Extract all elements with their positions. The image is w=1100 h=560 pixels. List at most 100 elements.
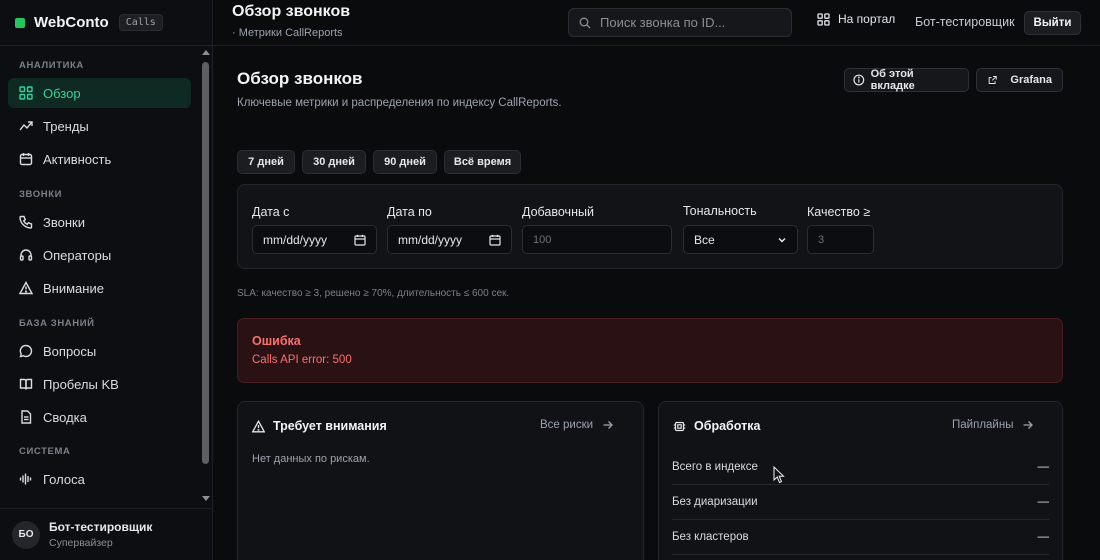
- scroll-up-arrow-icon[interactable]: [202, 50, 210, 55]
- metric-row: Без кластеров —: [672, 520, 1049, 555]
- chip-icon: [673, 421, 686, 431]
- calendar-icon[interactable]: [354, 234, 366, 246]
- logout-button[interactable]: Выйти: [1024, 11, 1081, 35]
- sidebar: WebConto Calls АНАЛИТИКА Обзор Тренды Ак…: [0, 0, 213, 560]
- extension-input[interactable]: 100: [522, 225, 672, 254]
- topbar-title: Обзор звонков: [232, 3, 351, 20]
- error-alert: Ошибка Calls API error: 500: [237, 318, 1063, 383]
- sidebar-item-label: Вопросы: [43, 343, 97, 359]
- range-button-30-days[interactable]: 30 дней: [302, 150, 366, 174]
- pipelines-link[interactable]: Пайплайны: [952, 419, 1034, 431]
- portal-button[interactable]: На портал: [817, 12, 895, 26]
- quality-input[interactable]: 3: [807, 225, 874, 254]
- processing-panel-header: Обработка: [673, 419, 760, 433]
- topbar-user-name: Бот-тестировщик: [915, 15, 1015, 29]
- date-to-label: Дата по: [387, 205, 432, 219]
- sidebar-item-label: Внимание: [43, 280, 104, 296]
- metric-value: —: [1037, 531, 1050, 543]
- book-icon: [19, 378, 33, 390]
- audio-wave-icon: [19, 473, 32, 485]
- sidebar-nav: АНАЛИТИКА Обзор Тренды Активность ЗВОНКИ…: [0, 46, 199, 508]
- quality-label: Качество ≥: [807, 205, 871, 219]
- user-role: Супервайзер: [49, 537, 113, 549]
- range-button-90-days[interactable]: 90 дней: [373, 150, 437, 174]
- sidebar-item-overview[interactable]: Обзор: [8, 78, 191, 108]
- sidebar-item-label: Тренды: [43, 118, 89, 134]
- calendar-icon: [19, 153, 33, 166]
- date-from-value: mm/dd/yyyy: [263, 232, 328, 247]
- calendar-icon[interactable]: [489, 234, 501, 246]
- date-from-input[interactable]: mm/dd/yyyy: [252, 225, 377, 254]
- grafana-label: Grafana: [1010, 74, 1052, 86]
- topbar: Обзор звонков · Метрики CallReports На п…: [213, 0, 1100, 46]
- sidebar-item-calls[interactable]: Звонки: [8, 207, 191, 237]
- processing-panel: Обработка Пайплайны Всего в индексе — Бе…: [658, 401, 1063, 560]
- sidebar-item-kb-gaps[interactable]: Пробелы KB: [8, 369, 191, 399]
- processing-panel-title: Обработка: [694, 419, 761, 433]
- arrow-right-icon: [1023, 421, 1034, 429]
- section-label-system: СИСТЕМА: [19, 446, 71, 457]
- metric-value: —: [1037, 496, 1050, 508]
- range-button-7-days[interactable]: 7 дней: [237, 150, 295, 174]
- attention-panel: Требует внимания Все риски Нет данных по…: [237, 401, 644, 560]
- info-icon: [853, 74, 865, 86]
- about-tab-label: Об этой вкладке: [870, 68, 915, 92]
- error-message: Calls API error: 500: [252, 354, 352, 366]
- main-content: Обзор звонков Ключевые метрики и распред…: [213, 47, 1100, 560]
- headset-icon: [19, 249, 33, 261]
- range-button-all-time[interactable]: Всё время: [444, 150, 521, 174]
- external-link-icon: [988, 75, 997, 85]
- attention-panel-title: Требует внимания: [273, 419, 387, 433]
- sidebar-item-summary[interactable]: Сводка: [8, 402, 191, 432]
- sidebar-item-attention[interactable]: Внимание: [8, 273, 191, 303]
- scroll-down-arrow-icon[interactable]: [202, 496, 210, 501]
- sidebar-item-label: Операторы: [43, 247, 112, 263]
- arrow-right-icon: [603, 421, 613, 429]
- chevron-down-icon: [778, 237, 786, 243]
- grafana-button[interactable]: Grafana: [976, 68, 1063, 92]
- topbar-subtitle: · Метрики CallReports: [232, 27, 343, 39]
- mouse-cursor-icon: [773, 466, 785, 484]
- metric-row: Без диаризации —: [672, 485, 1049, 520]
- metric-row: Всего в индексе —: [672, 450, 1049, 485]
- sidebar-item-questions[interactable]: Вопросы: [8, 336, 191, 366]
- sidebar-scrollbar[interactable]: [199, 46, 213, 508]
- error-title: Ошибка: [252, 334, 301, 348]
- sla-note: SLA: качество ≥ 3, решено ≥ 70%, длитель…: [237, 288, 510, 299]
- metric-label: Без кластеров: [672, 531, 749, 543]
- search-icon: [579, 17, 591, 28]
- pipelines-link-label: Пайплайны: [952, 419, 1014, 431]
- tone-select-value: Все: [694, 232, 715, 247]
- tone-select[interactable]: Все: [683, 225, 798, 254]
- sidebar-item-label: Обзор: [43, 85, 81, 101]
- brand-tag: Calls: [118, 14, 163, 31]
- sidebar-user[interactable]: БО Бот-тестировщик Супервайзер: [0, 508, 213, 560]
- date-from-label: Дата с: [252, 205, 290, 219]
- avatar: БО: [12, 520, 40, 549]
- sidebar-item-trends[interactable]: Тренды: [8, 111, 191, 141]
- page-title: Обзор звонков: [237, 69, 363, 88]
- scrollbar-thumb[interactable]: [202, 62, 209, 464]
- page-description: Ключевые метрики и распределения по инде…: [237, 97, 562, 109]
- metric-value: —: [1037, 461, 1050, 473]
- chat-icon: [19, 344, 33, 358]
- document-icon: [21, 410, 32, 424]
- search-input[interactable]: [600, 15, 780, 30]
- date-to-value: mm/dd/yyyy: [398, 232, 463, 247]
- sidebar-item-voices[interactable]: Голоса: [8, 464, 191, 494]
- grid-icon: [817, 12, 830, 26]
- section-label-calls: ЗВОНКИ: [19, 189, 63, 200]
- about-tab-button[interactable]: Об этой вкладке: [844, 68, 969, 92]
- sidebar-item-activity[interactable]: Активность: [8, 144, 191, 174]
- date-to-input[interactable]: mm/dd/yyyy: [387, 225, 512, 254]
- sidebar-item-label: Активность: [43, 151, 112, 167]
- brand[interactable]: WebConto Calls: [0, 0, 213, 46]
- attention-empty-message: Нет данных по рискам.: [252, 453, 370, 465]
- sidebar-item-operators[interactable]: Операторы: [8, 240, 191, 270]
- trend-icon: [19, 121, 33, 131]
- warning-icon: [19, 281, 33, 295]
- search-box[interactable]: [568, 8, 792, 37]
- all-risks-link[interactable]: Все риски: [540, 419, 614, 431]
- grid-icon: [19, 86, 33, 100]
- phone-icon: [19, 215, 33, 229]
